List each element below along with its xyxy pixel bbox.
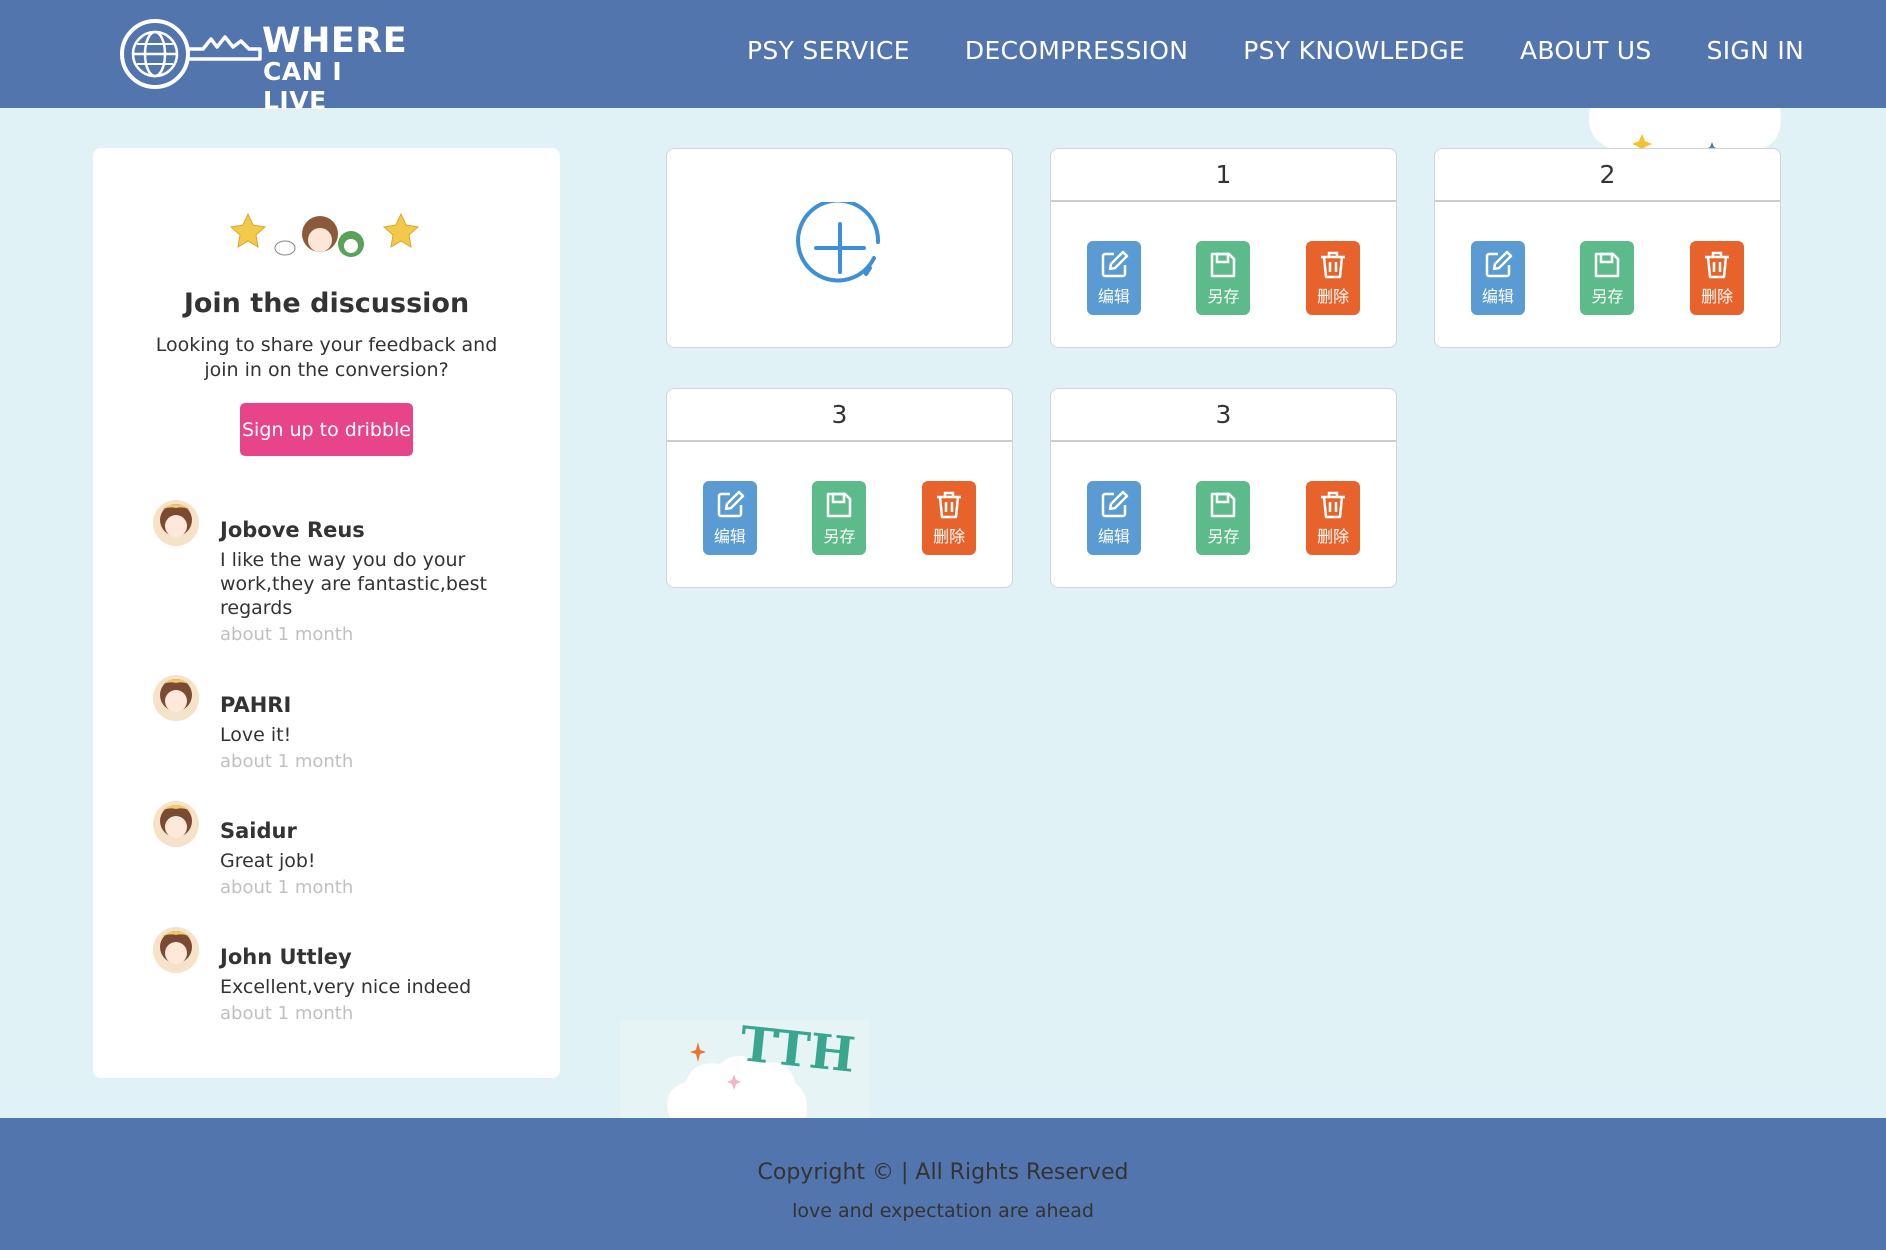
item-card: 3 编辑 另存 删除 [1050, 388, 1397, 588]
edit-icon [717, 490, 745, 518]
panel-title: Join the discussion [183, 288, 470, 319]
avatar [153, 801, 199, 847]
edit-label: 编辑 [1481, 287, 1514, 306]
card-title: 3 [667, 389, 1012, 442]
delete-label: 删除 [1317, 287, 1350, 306]
edit-button[interactable]: 编辑 [1086, 481, 1141, 555]
save-as-button[interactable]: 另存 [812, 481, 867, 555]
card-title: 1 [1051, 149, 1396, 202]
comment-author: PAHRI [220, 693, 292, 717]
edit-label: 编辑 [1097, 527, 1130, 546]
save-label: 另存 [823, 527, 856, 546]
add-card-button[interactable] [666, 148, 1013, 348]
footer-tagline: love and expectation are ahead [792, 1200, 1094, 1222]
item-card: 2 编辑 另存 删除 [1434, 148, 1781, 348]
nav-sign-in[interactable]: SIGN IN [1707, 36, 1804, 65]
delete-button[interactable]: 删除 [1306, 241, 1361, 315]
comment-list: Jobove Reus I like the way you do your w… [153, 500, 533, 1053]
edit-button[interactable]: 编辑 [1470, 241, 1525, 315]
edit-icon [1101, 250, 1129, 278]
item-card: 1 编辑 另存 删除 [1050, 148, 1397, 348]
delete-label: 删除 [933, 527, 966, 546]
trash-icon [1705, 251, 1730, 279]
comment-author: Jobove Reus [220, 518, 365, 542]
header: WHERE CAN I LIVE PSY SERVICE DECOMPRESSI… [0, 0, 1886, 115]
save-icon [827, 492, 852, 518]
delete-label: 删除 [1317, 527, 1350, 546]
edit-label: 编辑 [713, 527, 746, 546]
copyright-text: Copyright © | All Rights Reserved [757, 1160, 1129, 1185]
comment-time: about 1 month [220, 624, 354, 645]
trash-icon [1321, 251, 1346, 279]
add-circle-icon [795, 202, 880, 283]
comment-item: John Uttley Excellent,very nice indeed a… [153, 927, 533, 1053]
avatar [153, 500, 199, 546]
comment-text: Great job! [220, 850, 316, 872]
trash-icon [1321, 491, 1346, 519]
save-label: 另存 [1591, 287, 1624, 306]
signup-button[interactable]: Sign up to dribble [240, 403, 413, 456]
discussion-panel: Join the discussion Looking to share you… [93, 148, 560, 1078]
brand-line1: WHERE [262, 21, 408, 61]
footer: Copyright © | All Rights Reserved love a… [0, 1118, 1886, 1250]
item-card: 3 编辑 另存 删除 [666, 388, 1013, 588]
logo[interactable]: WHERE CAN I LIVE [119, 17, 409, 115]
panel-description: Looking to share your feedback and join … [155, 334, 498, 381]
card-title: 3 [1051, 389, 1396, 442]
brand-line2: CAN I LIVE [263, 57, 343, 115]
delete-button[interactable]: 删除 [1306, 481, 1361, 555]
edit-label: 编辑 [1097, 287, 1130, 306]
delete-button[interactable]: 删除 [922, 481, 977, 555]
main-nav: PSY SERVICE DECOMPRESSION PSY KNOWLEDGE … [747, 36, 1804, 65]
comment-time: about 1 month [220, 1003, 354, 1024]
save-as-button[interactable]: 另存 [1196, 241, 1251, 315]
comment-author: Saidur [220, 819, 297, 843]
comment-time: about 1 month [220, 751, 354, 772]
edit-button[interactable]: 编辑 [1086, 241, 1141, 315]
delete-label: 删除 [1701, 287, 1734, 306]
save-as-button[interactable]: 另存 [1196, 481, 1251, 555]
stickers-icon [229, 212, 420, 257]
comment-item: Saidur Great job! about 1 month [153, 801, 533, 927]
comment-text: Excellent,very nice indeed [220, 976, 472, 998]
card-title: 2 [1435, 149, 1780, 202]
save-label: 另存 [1207, 527, 1240, 546]
delete-button[interactable]: 删除 [1690, 241, 1745, 315]
edit-icon [1101, 490, 1129, 518]
nav-decompression[interactable]: DECOMPRESSION [965, 36, 1188, 65]
save-label: 另存 [1207, 287, 1240, 306]
trash-icon [937, 491, 962, 519]
comment-text: I like the way you do your work,they are… [220, 549, 487, 619]
nav-about-us[interactable]: ABOUT US [1520, 36, 1652, 65]
save-icon [1211, 252, 1236, 278]
nav-psy-knowledge[interactable]: PSY KNOWLEDGE [1243, 36, 1465, 65]
comment-author: John Uttley [220, 945, 352, 969]
save-icon [1211, 492, 1236, 518]
avatar [153, 927, 199, 973]
comment-time: about 1 month [220, 877, 354, 898]
edit-button[interactable]: 编辑 [702, 481, 757, 555]
comment-text: Love it! [220, 724, 292, 746]
save-icon [1595, 252, 1620, 278]
globe-key-icon [120, 19, 262, 89]
save-as-button[interactable]: 另存 [1580, 241, 1635, 315]
nav-psy-service[interactable]: PSY SERVICE [747, 36, 910, 65]
avatar [153, 675, 199, 721]
comment-item: PAHRI Love it! about 1 month [153, 675, 533, 801]
decorative-text: TTH [737, 1016, 858, 1084]
comment-item: Jobove Reus I like the way you do your w… [153, 500, 533, 675]
edit-icon [1485, 250, 1513, 278]
cloud-decoration-bottom: TTH [620, 1016, 870, 1118]
